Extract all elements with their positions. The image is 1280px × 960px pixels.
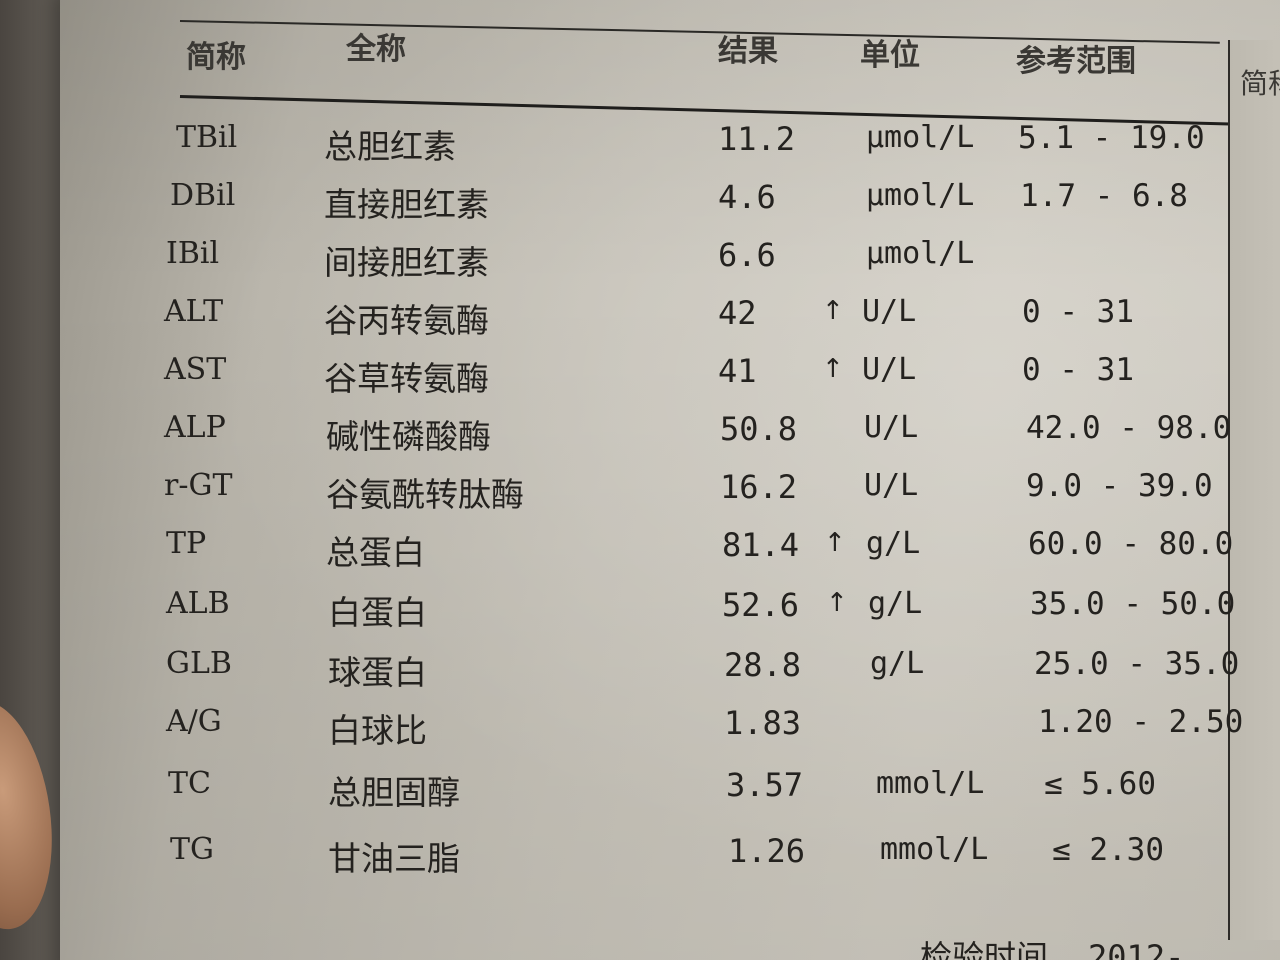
cell-name: 谷草转氨酶 <box>324 359 489 398</box>
cell-result: 4.6 <box>718 178 776 216</box>
cell-abbr: r-GT <box>164 468 233 503</box>
cell-result: 1.83 <box>724 704 802 742</box>
cell-unit: g/L <box>866 526 921 561</box>
cell-unit: g/L <box>870 646 925 681</box>
cell-abbr: TC <box>168 766 211 801</box>
cell-unit: μmol/L <box>866 120 975 155</box>
header-unit: 单位 <box>860 38 920 73</box>
finger <box>0 693 66 937</box>
cell-name: 间接胆红素 <box>324 243 489 282</box>
cell-range: 9.0 - 39.0 <box>1026 468 1213 504</box>
cell-unit: U/L <box>862 352 917 387</box>
adjacent-column-header: 简称 <box>1240 67 1280 100</box>
cell-name: 总蛋白 <box>326 533 425 572</box>
cell-result: 11.2 <box>718 120 796 158</box>
cell-flag: ↑ <box>826 588 848 618</box>
cell-unit: μmol/L <box>866 236 975 271</box>
cell-flag: ↑ <box>824 528 846 558</box>
cell-result: 81.4 <box>722 526 800 564</box>
cell-abbr: ALB <box>166 586 230 621</box>
cell-range: 1.7 - 6.8 <box>1020 178 1188 214</box>
cell-range: ≤ 2.30 <box>1052 832 1164 868</box>
header-result: 结果 <box>718 34 778 69</box>
cell-result: 1.26 <box>728 832 806 870</box>
cell-flag: ↑ <box>822 296 844 326</box>
cell-range: 60.0 - 80.0 <box>1028 526 1234 562</box>
cell-range: 0 - 31 <box>1022 294 1134 330</box>
cell-result: 6.6 <box>718 236 776 274</box>
cell-abbr: TP <box>166 526 207 561</box>
cell-result: 16.2 <box>720 468 798 506</box>
cell-abbr: GLB <box>166 646 232 681</box>
cell-name: 白球比 <box>328 711 427 750</box>
cell-name: 白蛋白 <box>328 593 427 632</box>
cell-range: 0 - 31 <box>1022 352 1134 388</box>
cell-unit: U/L <box>864 468 919 503</box>
cell-unit: U/L <box>862 294 917 329</box>
cell-range: 1.20 - 2.50 <box>1038 704 1244 740</box>
header-abbr: 简称 <box>186 40 246 75</box>
cell-abbr: TG <box>170 832 214 867</box>
cell-abbr: IBil <box>166 236 220 271</box>
cell-abbr: ALP <box>164 410 226 445</box>
adjacent-column: 简称 <box>1228 40 1280 940</box>
cell-abbr: A/G <box>166 704 222 739</box>
cell-result: 52.6 <box>722 586 800 624</box>
cell-name: 球蛋白 <box>328 653 427 692</box>
cell-abbr: AST <box>164 352 227 387</box>
photo-scene: 简称 简称 全称 结果 单位 参考范围 TBil 总胆红素 11.2 μmol/L 5.… <box>0 0 1280 960</box>
cell-name: 谷氨酰转肽酶 <box>326 475 524 514</box>
cell-range: 35.0 - 50.0 <box>1030 586 1236 622</box>
cell-unit: mmol/L <box>880 832 989 867</box>
cell-unit: g/L <box>868 586 923 621</box>
cell-abbr: TBil <box>176 120 238 155</box>
cell-range: 5.1 - 19.0 <box>1018 120 1205 156</box>
cell-result: 50.8 <box>720 410 798 448</box>
cell-name: 甘油三脂 <box>328 839 460 878</box>
cell-result: 41 <box>718 352 757 390</box>
cell-unit: U/L <box>864 410 919 445</box>
cell-unit: μmol/L <box>866 178 975 213</box>
footer-test-time: 检验时间 2012- <box>920 932 1184 960</box>
cell-unit: mmol/L <box>876 766 985 801</box>
cell-name: 直接胆红素 <box>324 185 489 224</box>
header-range: 参考范围 <box>1016 44 1136 79</box>
cell-name: 碱性磷酸酶 <box>326 417 491 456</box>
cell-result: 3.57 <box>726 766 804 804</box>
cell-abbr: ALT <box>164 294 224 329</box>
cell-name: 总胆红素 <box>324 127 456 166</box>
cell-range: ≤ 5.60 <box>1044 766 1156 802</box>
cell-flag: ↑ <box>822 354 844 384</box>
header-name: 全称 <box>346 32 406 67</box>
footer-value: 2012- <box>1088 938 1185 960</box>
cell-name: 谷丙转氨酶 <box>324 301 489 340</box>
cell-abbr: DBil <box>170 178 236 213</box>
cell-result: 28.8 <box>724 646 802 684</box>
cell-result: 42 <box>718 294 757 332</box>
footer-label: 检验时间 <box>920 938 1049 960</box>
cell-name: 总胆固醇 <box>328 773 460 812</box>
cell-range: 42.0 - 98.0 <box>1026 410 1232 446</box>
cell-range: 25.0 - 35.0 <box>1034 646 1240 682</box>
